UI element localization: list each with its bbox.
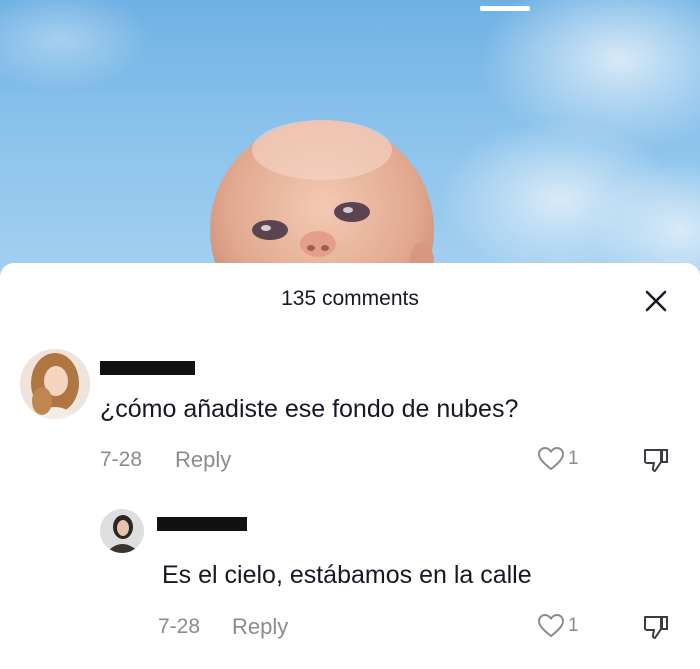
avatar[interactable] [100,509,144,553]
like-count: 1 [568,615,579,636]
thumbs-down-icon [643,449,668,472]
avatar[interactable] [20,349,90,419]
comment-item: ¿cómo añadiste ese fondo de nubes? 7-28 … [0,263,700,493]
comments-sheet: 135 comments ¿cómo añadiste ese fondo de… [0,263,700,669]
like-count: 1 [568,448,579,469]
like-button[interactable]: 1 [537,446,579,472]
comment-date: 7-28 [100,448,143,471]
reply-button[interactable]: Reply [175,447,231,473]
comment-date: 7-28 [158,615,201,638]
swipe-indicator [480,6,530,11]
username-redacted[interactable] [157,517,247,531]
thumbs-down-icon [643,616,668,639]
reply-button[interactable]: Reply [232,614,288,640]
dislike-button[interactable] [642,446,670,479]
sky-baby-image [0,0,700,300]
heart-icon [537,613,565,638]
comment-text: ¿cómo añadiste ese fondo de nubes? [100,395,519,423]
comment-text: Es el cielo, estábamos en la calle [162,561,532,589]
dislike-button[interactable] [642,613,670,646]
reply-comment-item: Es el cielo, estábamos en la calle 7-28 … [0,493,700,669]
username-redacted[interactable] [100,361,195,375]
like-button[interactable]: 1 [537,613,579,639]
heart-icon [537,446,565,471]
video-background [0,0,700,300]
